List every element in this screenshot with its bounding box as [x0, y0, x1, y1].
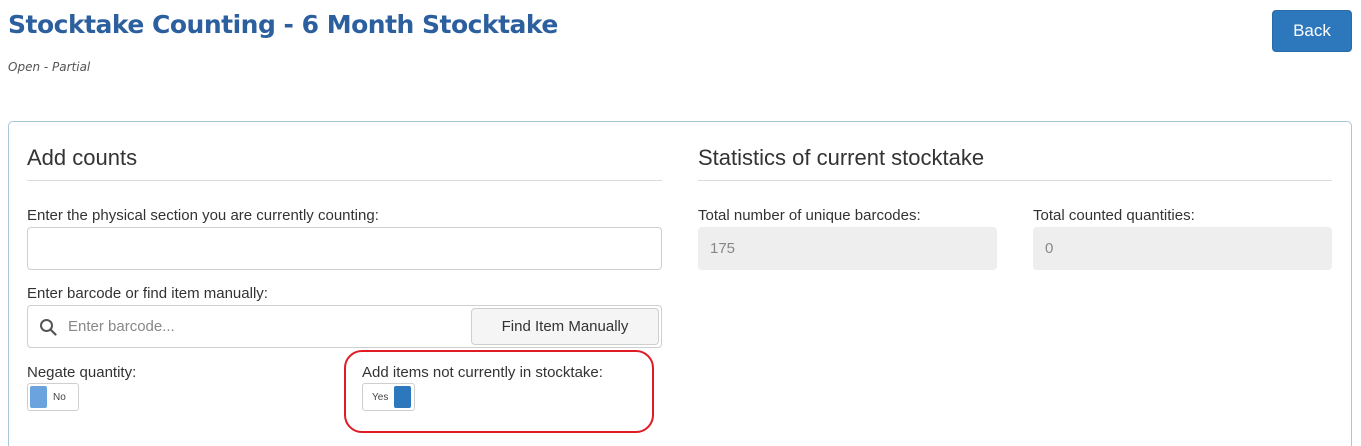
stocktake-status: Open - Partial: [8, 60, 91, 74]
unique-barcodes-value: 175: [698, 227, 997, 270]
add-counts-title: Add counts: [27, 145, 138, 170]
find-item-manually-button[interactable]: Find Item Manually: [471, 308, 659, 345]
counted-quantities-label: Total counted quantities:: [1033, 207, 1195, 224]
section-field-label: Enter the physical section you are curre…: [27, 207, 379, 224]
statistics-divider: [698, 180, 1332, 181]
back-button[interactable]: Back: [1272, 10, 1352, 52]
toggle-knob: [30, 386, 47, 408]
counted-quantities-value: 0: [1033, 227, 1332, 270]
barcode-input-group: Find Item Manually: [27, 305, 662, 348]
negate-quantity-label: Negate quantity:: [27, 364, 137, 381]
add-counts-divider: [27, 180, 662, 181]
section-input[interactable]: [27, 227, 662, 270]
barcode-input[interactable]: [68, 310, 488, 343]
negate-quantity-toggle[interactable]: No: [27, 383, 79, 411]
barcode-field-label: Enter barcode or find item manually:: [27, 285, 268, 302]
page-title: Stocktake Counting - 6 Month Stocktake: [8, 10, 558, 39]
toggle-state-text: No: [53, 391, 66, 403]
statistics-title: Statistics of current stocktake: [698, 145, 985, 170]
add-items-toggle[interactable]: Yes: [362, 383, 415, 411]
toggle-state-text: Yes: [372, 391, 389, 403]
stocktake-panel: [8, 121, 1352, 446]
unique-barcodes-label: Total number of unique barcodes:: [698, 207, 921, 224]
search-icon: [39, 318, 57, 336]
toggle-knob: [394, 386, 412, 408]
add-items-label: Add items not currently in stocktake:: [362, 364, 603, 381]
